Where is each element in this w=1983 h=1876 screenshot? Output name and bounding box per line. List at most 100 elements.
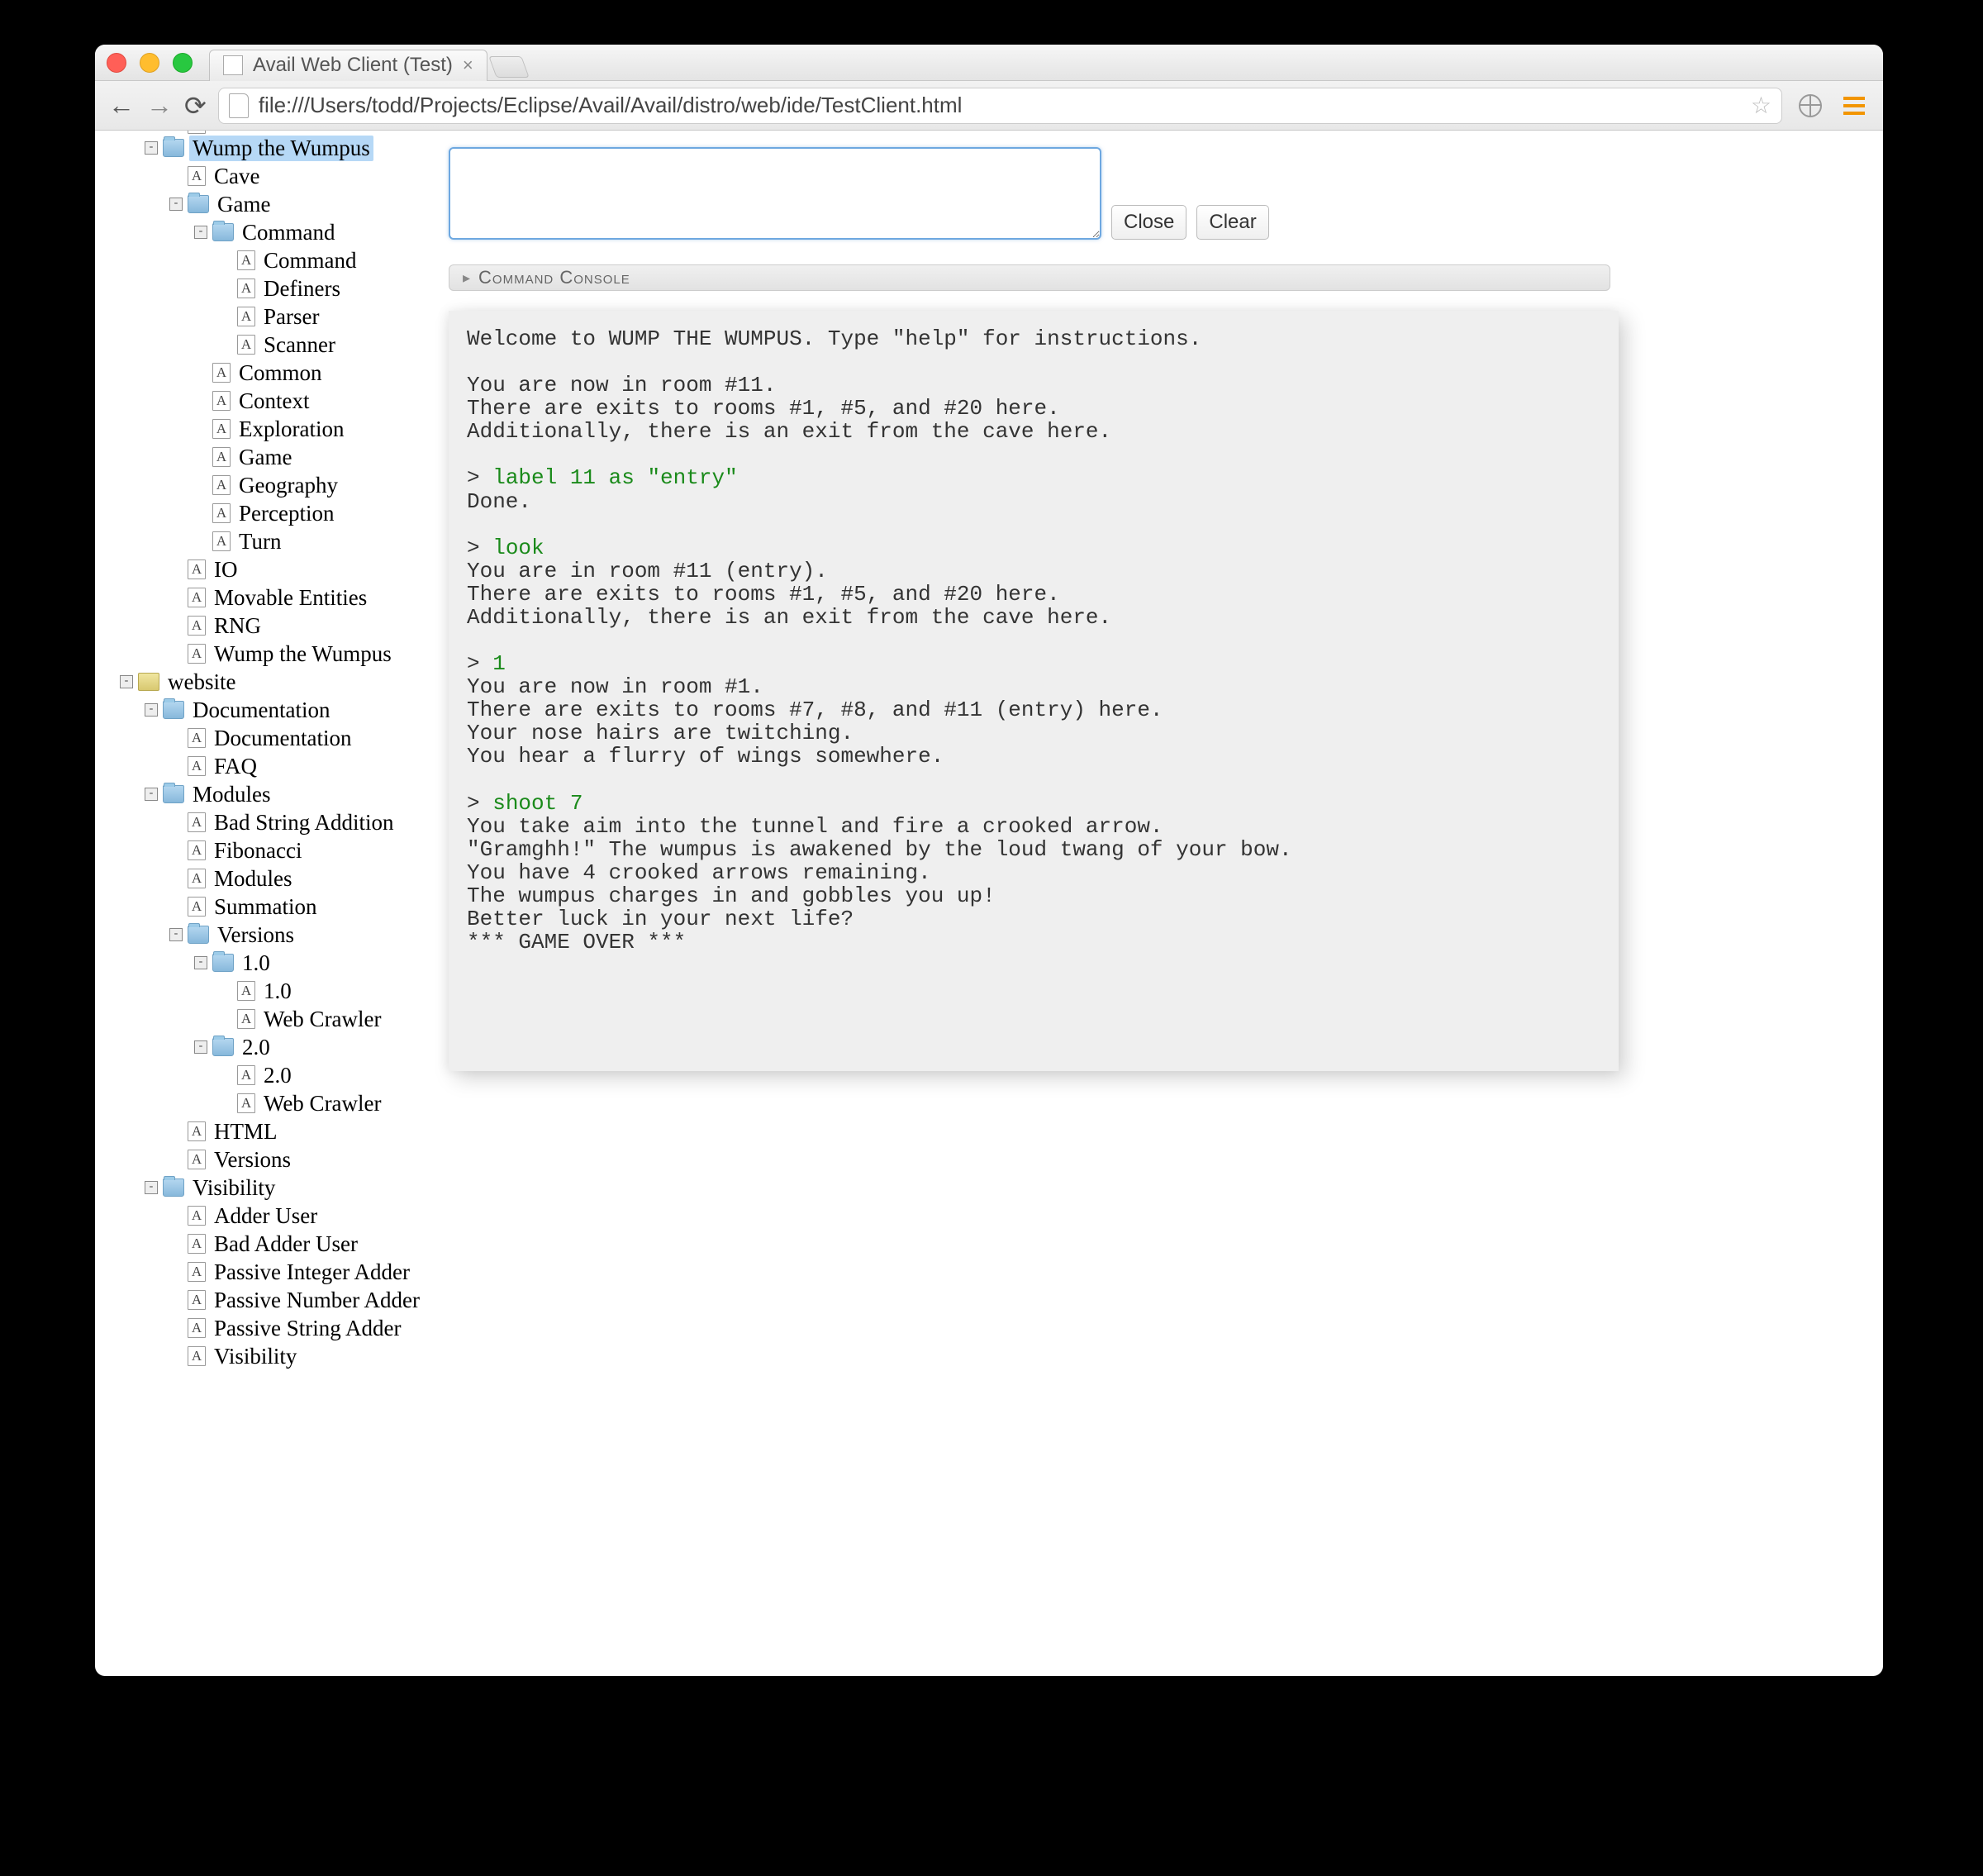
new-tab-button[interactable] — [488, 56, 529, 78]
zoom-window-icon[interactable] — [173, 53, 193, 73]
folder-icon — [188, 926, 209, 944]
tree-node[interactable]: APerception — [95, 499, 432, 527]
reload-button[interactable]: ⟳ — [184, 90, 207, 121]
module-icon: A — [212, 447, 231, 467]
tree-label: Adder User — [211, 1203, 321, 1229]
tree-node[interactable]: ADocumentation — [95, 724, 432, 752]
tree-node[interactable]: -Wump the Wumpus — [95, 134, 432, 162]
close-button[interactable]: Close — [1111, 205, 1186, 240]
tree-node[interactable]: AParser — [95, 302, 432, 331]
tree-node[interactable]: -website — [95, 668, 432, 696]
tree-node[interactable]: ABad String Addition — [95, 808, 432, 836]
globe-icon[interactable] — [1799, 94, 1822, 117]
tree-node[interactable]: -1.0 — [95, 949, 432, 977]
tree-node[interactable]: AHTML — [95, 1117, 432, 1145]
command-input[interactable] — [449, 147, 1101, 240]
back-button[interactable]: ← — [108, 90, 135, 121]
tree-toggle[interactable]: - — [194, 226, 207, 239]
tree-node[interactable]: ATurn — [95, 527, 432, 555]
module-icon: A — [188, 1150, 206, 1169]
tree-node[interactable]: APassive Number Adder — [95, 1286, 432, 1314]
tree-label: Definers — [260, 276, 344, 302]
tree-label: IO — [211, 557, 241, 583]
menu-icon[interactable] — [1843, 97, 1865, 115]
tree-label: Cave — [211, 164, 263, 189]
tree-label: Movable Entities — [211, 585, 370, 611]
titlebar: Avail Web Client (Test) × — [95, 45, 1883, 81]
module-icon: A — [188, 1262, 206, 1282]
tree-label: Documentation — [189, 698, 333, 723]
tree-label: Parser — [260, 304, 322, 330]
clear-button[interactable]: Clear — [1196, 205, 1268, 240]
tree-node[interactable]: AContext — [95, 387, 432, 415]
close-window-icon[interactable] — [107, 53, 126, 73]
tree-toggle[interactable]: - — [145, 788, 158, 801]
tree-label: Context — [235, 388, 313, 414]
panel-title: Command Console — [478, 267, 630, 288]
tree-toggle[interactable]: - — [169, 198, 183, 211]
console-output: Welcome to WUMP THE WUMPUS. Type "help" … — [449, 311, 1619, 1071]
tree-node[interactable]: ACave — [95, 162, 432, 190]
tree-node[interactable]: -Game — [95, 190, 432, 218]
tree-node[interactable]: A2.0 — [95, 1061, 432, 1089]
tree-node[interactable]: ADefiners — [95, 274, 432, 302]
tree-node[interactable]: AWeb Crawler — [95, 1005, 432, 1033]
tree-node[interactable]: ACommand — [95, 246, 432, 274]
tree-node[interactable]: AExploration — [95, 415, 432, 443]
folder-icon — [163, 1178, 184, 1197]
tree-toggle[interactable]: - — [145, 1181, 158, 1194]
tree-toggle[interactable]: - — [145, 703, 158, 717]
tree-node[interactable]: AModules — [95, 864, 432, 893]
tree-node[interactable]: AScanner — [95, 331, 432, 359]
tree-node[interactable]: AVisibility — [95, 1342, 432, 1370]
folder-icon — [163, 785, 184, 803]
bookmark-icon[interactable]: ☆ — [1751, 92, 1771, 119]
tree-node[interactable]: AFibonacci — [95, 836, 432, 864]
page-icon — [223, 55, 243, 75]
file-icon — [229, 93, 249, 118]
tree-node[interactable]: -Versions — [95, 921, 432, 949]
command-console-header[interactable]: ▸ Command Console — [449, 264, 1610, 291]
tree-toggle[interactable]: - — [145, 141, 158, 155]
tree-node[interactable]: A1.0 — [95, 977, 432, 1005]
tree-label: Geography — [235, 473, 341, 498]
address-bar[interactable]: file:///Users/todd/Projects/Eclipse/Avai… — [218, 88, 1782, 124]
module-icon: A — [188, 1206, 206, 1226]
tree-node[interactable]: AWump the Wumpus — [95, 640, 432, 668]
tree-node[interactable]: AIO — [95, 555, 432, 583]
close-tab-icon[interactable]: × — [463, 55, 473, 76]
module-icon: A — [212, 391, 231, 411]
tree-node[interactable]: -Command — [95, 218, 432, 246]
tree-node[interactable]: -2.0 — [95, 1033, 432, 1061]
tree-node[interactable]: AGame — [95, 443, 432, 471]
tree-toggle[interactable]: - — [120, 675, 133, 688]
tree-node[interactable]: AAdder User — [95, 1202, 432, 1230]
tree-node[interactable]: ACommon — [95, 359, 432, 387]
browser-tab[interactable]: Avail Web Client (Test) × — [209, 50, 487, 81]
tree-label: Passive Integer Adder — [211, 1259, 413, 1285]
tree-node[interactable]: -Visibility — [95, 1174, 432, 1202]
tree-node[interactable]: AVersions — [95, 1145, 432, 1174]
tree-node[interactable]: -Modules — [95, 780, 432, 808]
tree-label: FAQ — [211, 754, 260, 779]
tree-label: Bad Adder User — [211, 1231, 361, 1257]
tree-node[interactable]: APassive Integer Adder — [95, 1258, 432, 1286]
module-icon: A — [188, 1346, 206, 1366]
tree-toggle[interactable]: - — [194, 956, 207, 969]
tab-title: Avail Web Client (Test) — [253, 54, 453, 77]
folder-icon — [212, 954, 234, 972]
tree-node[interactable]: ARNG — [95, 612, 432, 640]
minimize-window-icon[interactable] — [140, 53, 159, 73]
tree-node[interactable]: AWeb Crawler — [95, 1089, 432, 1117]
module-icon: A — [188, 869, 206, 888]
tree-node[interactable]: AMovable Entities — [95, 583, 432, 612]
tree-toggle[interactable]: - — [194, 1040, 207, 1054]
tree-label: 2.0 — [260, 1063, 295, 1088]
tree-toggle[interactable]: - — [169, 928, 183, 941]
tree-node[interactable]: APassive String Adder — [95, 1314, 432, 1342]
tree-node[interactable]: - Documentation — [95, 696, 432, 724]
tree-node[interactable]: AGeography — [95, 471, 432, 499]
tree-node[interactable]: ABad Adder User — [95, 1230, 432, 1258]
tree-node[interactable]: ASummation — [95, 893, 432, 921]
tree-node[interactable]: AFAQ — [95, 752, 432, 780]
